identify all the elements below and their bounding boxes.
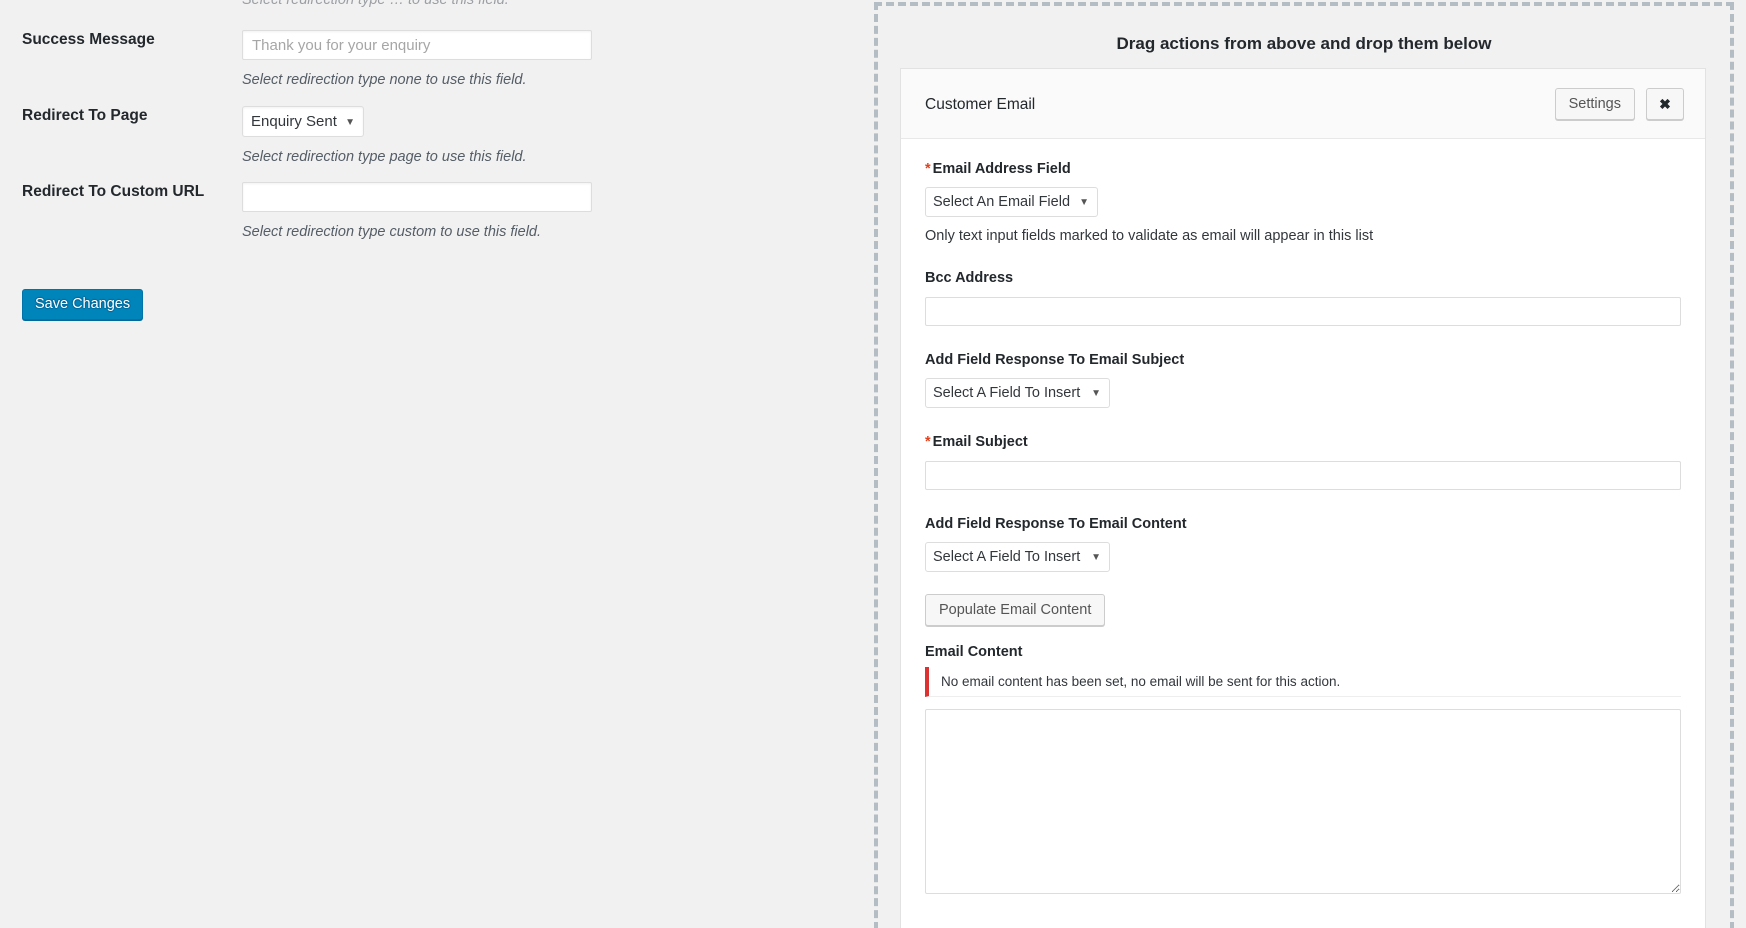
action-card-customer-email: Customer Email Settings ✖ * Email Address…	[900, 68, 1706, 928]
action-card-body: * Email Address Field Select An Email Fie…	[901, 139, 1705, 925]
field-email-address: * Email Address Field Select An Email Fie…	[925, 161, 1681, 244]
field-content-insert: Add Field Response To Email Content Sele…	[925, 516, 1681, 572]
redirect-url-input[interactable]	[242, 182, 592, 212]
subject-insert-select[interactable]: Select A Field To Insert	[925, 378, 1110, 409]
actions-dropzone[interactable]: Drag actions from above and drop them be…	[874, 2, 1734, 928]
email-content-label: Email Content	[925, 643, 1023, 660]
action-header-buttons: Settings ✖	[1554, 88, 1684, 120]
email-content-textarea[interactable]	[925, 709, 1681, 895]
content-insert-select[interactable]: Select A Field To Insert	[925, 541, 1110, 572]
field-email-subject: * Email Subject	[925, 434, 1681, 490]
redirect-url-label: Redirect To Custom URL	[22, 183, 205, 200]
success-message-label: Success Message	[22, 31, 155, 48]
populate-email-content-button[interactable]: Populate Email Content	[925, 593, 1106, 626]
email-address-select-wrap[interactable]: Select An Email Field ▼	[925, 187, 1098, 218]
action-card-header: Customer Email Settings ✖	[901, 69, 1705, 139]
content-insert-label: Add Field Response To Email Content	[925, 515, 1187, 532]
content-insert-select-wrap[interactable]: Select A Field To Insert ▼	[925, 541, 1110, 572]
bcc-address-label: Bcc Address	[925, 270, 1014, 287]
populate-button-wrap: Populate Email Content	[925, 593, 1681, 626]
email-address-hint: Only text input fields marked to validat…	[925, 228, 1374, 245]
redirect-url-field-wrap: Select redirection type custom to use th…	[242, 182, 592, 242]
success-message-hint: Select redirection type none to use this…	[242, 72, 527, 88]
redirect-page-select-wrap[interactable]: Enquiry Sent ▼	[242, 106, 364, 137]
clipped-hint-text: Select redirection type … to use this fi…	[242, 0, 509, 8]
redirect-url-hint: Select redirection type custom to use th…	[242, 224, 542, 240]
required-asterisk-icon: *	[925, 434, 931, 451]
email-address-label: * Email Address Field	[925, 161, 1681, 178]
field-email-content: Email Content No email content has been …	[925, 643, 1681, 895]
subject-insert-label: Add Field Response To Email Subject	[925, 351, 1185, 368]
required-asterisk-icon: *	[925, 161, 931, 177]
close-icon[interactable]: ✖	[1646, 88, 1684, 120]
dropzone-title: Drag actions from above and drop them be…	[1116, 34, 1492, 53]
field-bcc-address: Bcc Address	[925, 270, 1681, 326]
subject-insert-select-wrap[interactable]: Select A Field To Insert ▼	[925, 378, 1110, 409]
email-content-notice: No email content has been set, no email …	[925, 667, 1681, 698]
email-address-select[interactable]: Select An Email Field	[925, 187, 1098, 218]
redirect-page-hint: Select redirection type page to use this…	[242, 149, 527, 165]
redirect-page-field-wrap: Enquiry Sent ▼ Select redirection type p…	[242, 106, 527, 167]
action-title: Customer Email	[925, 96, 1036, 113]
email-subject-input[interactable]	[925, 460, 1681, 490]
field-subject-insert: Add Field Response To Email Subject Sele…	[925, 351, 1681, 409]
settings-form-pane: Select redirection type … to use this fi…	[0, 0, 856, 928]
email-subject-label-text: Email Subject	[932, 434, 1028, 451]
save-changes-button[interactable]: Save Changes	[22, 289, 144, 320]
redirect-page-select[interactable]: Enquiry Sent	[242, 106, 364, 137]
email-subject-label: * Email Subject	[925, 434, 1681, 451]
bcc-address-input[interactable]	[925, 296, 1681, 326]
success-message-input[interactable]	[242, 30, 592, 60]
redirect-page-label: Redirect To Page	[22, 107, 148, 124]
action-settings-button[interactable]: Settings	[1554, 88, 1635, 120]
success-message-field-wrap: Select redirection type none to use this…	[242, 30, 592, 90]
screen-root: Select redirection type … to use this fi…	[0, 0, 1746, 928]
email-address-label-text: Email Address Field	[932, 161, 1071, 177]
